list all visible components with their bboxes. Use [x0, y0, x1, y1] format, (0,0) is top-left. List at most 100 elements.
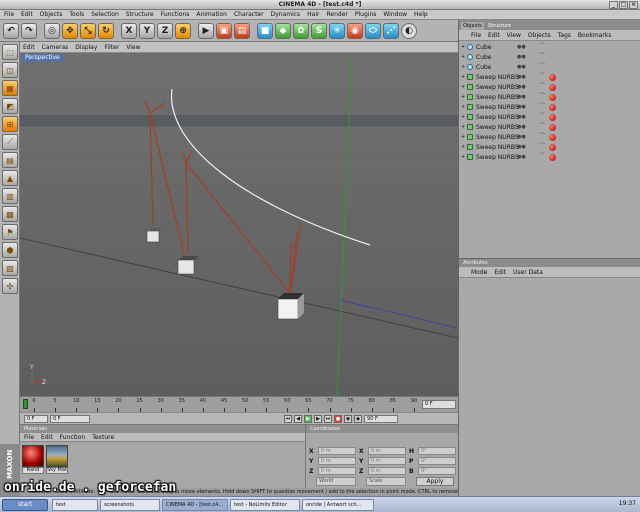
object-menu-edit[interactable]: Edit — [488, 32, 500, 39]
axis-x-icon[interactable]: X — [121, 22, 137, 39]
attributes-menu-user-data[interactable]: User Data — [513, 269, 543, 276]
axis-y-icon[interactable]: Y — [139, 22, 155, 39]
render-region-icon[interactable]: ⬢ — [2, 242, 18, 258]
menu-objects[interactable]: Objects — [40, 11, 63, 18]
coord-field[interactable]: 0° — [418, 457, 456, 465]
coord-field[interactable]: 0 m — [368, 457, 406, 465]
current-frame-field[interactable]: 0 F — [50, 414, 90, 423]
phong-tag-icon[interactable]: ⌒ — [539, 114, 547, 120]
object-row[interactable]: + Sweep NURBS ●● ⌒ — [459, 152, 640, 162]
object-menu-view[interactable]: View — [507, 32, 521, 39]
animation-icon[interactable]: ◩ — [2, 98, 18, 114]
start-button[interactable]: start — [2, 499, 48, 511]
apply-button[interactable]: Apply — [416, 477, 454, 486]
visibility-toggle-icon[interactable]: ●● — [517, 114, 526, 120]
expand-icon[interactable]: + — [461, 125, 465, 130]
object-menu-bookmarks[interactable]: Bookmarks — [578, 32, 612, 39]
visibility-toggle-icon[interactable]: ●● — [517, 104, 526, 110]
material-tag-icon[interactable] — [549, 113, 556, 121]
coord-field[interactable]: 0 m — [368, 447, 406, 455]
coord-field[interactable]: 0 m — [318, 467, 356, 475]
menu-character[interactable]: Character — [234, 11, 264, 18]
model-icon[interactable]: ⬚ — [2, 44, 18, 60]
taskbar-item-onride-antwort-sch[interactable]: onride | Antwort sch... — [302, 498, 374, 511]
layout-icon[interactable]: ✣ — [2, 278, 18, 294]
phong-tag-icon[interactable]: ⌒ — [539, 154, 547, 160]
phong-tag-icon[interactable]: ⌒ — [539, 64, 547, 70]
live-select-icon[interactable]: ◎ — [44, 22, 60, 39]
phong-tag-icon[interactable]: ⌒ — [539, 124, 547, 130]
materials-menu-function[interactable]: Function — [60, 434, 86, 441]
viewport-menu-cameras[interactable]: Cameras — [42, 44, 69, 51]
record-icon[interactable]: ● — [334, 414, 342, 423]
tweak-icon[interactable]: ▲ — [2, 170, 18, 186]
phong-tag-icon[interactable]: ⌒ — [539, 134, 547, 140]
keyframe-icon[interactable]: ◆ — [354, 414, 362, 423]
expand-icon[interactable]: + — [461, 105, 465, 110]
coord-field[interactable]: 0 m — [368, 467, 406, 475]
expand-icon[interactable]: + — [461, 45, 465, 50]
points-icon[interactable]: ⊞ — [2, 116, 18, 132]
expand-icon[interactable]: + — [461, 85, 465, 90]
object-row[interactable]: + Sweep NURBS ●● ⌒ — [459, 92, 640, 102]
attributes-menu-mode[interactable]: Mode — [471, 269, 487, 276]
viewport-menu-view[interactable]: View — [126, 44, 140, 51]
axis-z-icon[interactable]: Z — [157, 22, 173, 39]
expand-icon[interactable]: + — [461, 65, 465, 70]
sky-icon[interactable]: ◐ — [401, 22, 417, 39]
max-frame-field[interactable]: 90 F — [364, 414, 398, 423]
workplane-icon[interactable]: ▥ — [2, 188, 18, 204]
world-select[interactable]: World — [316, 477, 356, 486]
phong-tag-icon[interactable]: ⌒ — [539, 84, 547, 90]
nurbs-icon[interactable]: ◆ — [275, 22, 291, 39]
coord-field[interactable]: 0° — [418, 467, 456, 475]
expand-icon[interactable]: + — [461, 135, 465, 140]
visibility-toggle-icon[interactable]: ●● — [517, 154, 526, 160]
visibility-toggle-icon[interactable]: ●● — [517, 44, 526, 50]
object-row[interactable]: + Sweep NURBS ●● ⌒ — [459, 122, 640, 132]
world-coords-icon[interactable]: ⊕ — [175, 22, 191, 39]
object-row[interactable]: + Sweep NURBS ●● ⌒ — [459, 72, 640, 82]
object-row[interactable]: + Sweep NURBS ●● ⌒ — [459, 102, 640, 112]
material-tag-icon[interactable] — [549, 73, 556, 81]
render-picture-icon[interactable]: ▣ — [216, 22, 232, 39]
phong-tag-icon[interactable]: ⌒ — [539, 74, 547, 80]
phong-tag-icon[interactable]: ⌒ — [539, 104, 547, 110]
goto-end-icon[interactable]: ⏭ — [324, 414, 332, 423]
expand-icon[interactable]: + — [461, 75, 465, 80]
light-icon[interactable]: ✳ — [329, 22, 345, 39]
viewport-perspective[interactable]: Z Y Perspective — [20, 53, 458, 396]
object-menu-objects[interactable]: Objects — [528, 32, 551, 39]
visibility-toggle-icon[interactable]: ●● — [517, 84, 526, 90]
camera-icon[interactable]: ⋰ — [383, 22, 399, 39]
menu-selection[interactable]: Selection — [91, 11, 119, 18]
close-button[interactable]: × — [629, 1, 638, 9]
menu-animation[interactable]: Animation — [196, 11, 227, 18]
prev-key-icon[interactable]: ◀ — [294, 414, 302, 423]
coord-field[interactable]: 0° — [418, 447, 456, 455]
materials-menu-edit[interactable]: Edit — [41, 434, 53, 441]
maximize-button[interactable]: □ — [619, 1, 628, 9]
visibility-toggle-icon[interactable]: ●● — [517, 94, 526, 100]
next-key-icon[interactable]: ▶ — [314, 414, 322, 423]
visibility-toggle-icon[interactable]: ●● — [517, 144, 526, 150]
timeline-end-field[interactable]: 0 F — [422, 400, 456, 409]
expand-icon[interactable]: + — [461, 145, 465, 150]
phong-tag-icon[interactable]: ⌒ — [539, 144, 547, 150]
menu-dynamics[interactable]: Dynamics — [271, 11, 301, 18]
viewport-menu-filter[interactable]: Filter — [104, 44, 119, 51]
deformer-icon[interactable]: ⬭ — [365, 22, 381, 39]
render-view-icon[interactable]: ▶ — [198, 22, 214, 39]
object-row[interactable]: + Cube ●● ⌒ — [459, 52, 640, 62]
materials-menu-texture[interactable]: Texture — [92, 434, 114, 441]
viewport-menu-display[interactable]: Display — [75, 44, 97, 51]
object-menu-file[interactable]: File — [471, 32, 481, 39]
checker-icon[interactable]: ▨ — [2, 260, 18, 276]
menu-edit[interactable]: Edit — [21, 11, 33, 18]
object-row[interactable]: + Sweep NURBS ●● ⌒ — [459, 132, 640, 142]
material-tag-icon[interactable] — [549, 93, 556, 101]
material-tag-icon[interactable] — [549, 103, 556, 111]
menu-window[interactable]: Window — [383, 11, 407, 18]
object-row[interactable]: + Cube ●● ⌒ — [459, 62, 640, 72]
taskbar-item-cinema-4d-test-c4[interactable]: CINEMA 4D - [test.c4... — [162, 498, 228, 511]
